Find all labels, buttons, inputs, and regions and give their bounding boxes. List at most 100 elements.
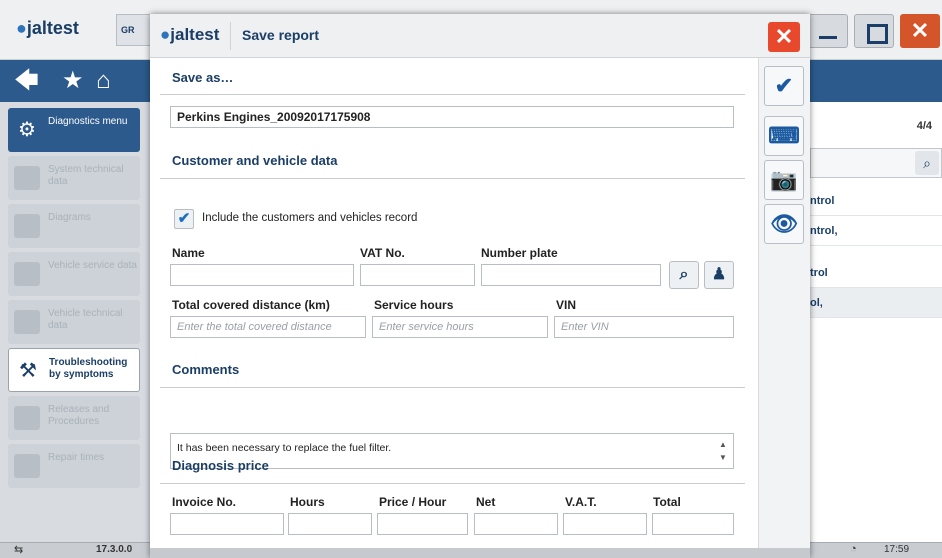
back-arrow-icon[interactable]: 🡄 (14, 68, 39, 94)
include-records-label: Include the customers and vehicles recor… (202, 212, 418, 224)
divider (160, 483, 745, 484)
vehicle-icon (14, 262, 40, 286)
version-label: 17.3.0.0 (96, 544, 133, 555)
sidebar-item-diagrams[interactable]: Diagrams (8, 204, 140, 248)
diagram-icon (14, 214, 40, 238)
vat-price-field[interactable] (563, 513, 647, 535)
price-hour-field[interactable] (377, 513, 468, 535)
maximize-button[interactable] (854, 14, 894, 48)
dialog-body: Save as… Customer and vehicle data ✔ Inc… (150, 58, 758, 548)
dialog-bottom-bar (150, 548, 810, 558)
list-item[interactable]: ol, (810, 288, 942, 318)
repair-icon (14, 454, 40, 478)
minimize-button[interactable] (808, 14, 848, 48)
results-panel: 4/4 ⌕ ntrol ntrol, trol ol, (810, 102, 942, 542)
sidebar-item-label: Repair times (48, 452, 105, 463)
confirm-button[interactable]: ✔ (764, 66, 804, 106)
sidebar: ⚙ Diagnostics menu System technical data… (0, 102, 150, 542)
list-item[interactable]: ntrol, (810, 216, 942, 246)
distance-field[interactable] (170, 316, 366, 338)
sidebar-item-diagnostics-menu[interactable]: ⚙ Diagnostics menu (8, 108, 140, 152)
dialog-logo: ●jaltest (160, 25, 220, 44)
list-item[interactable]: trol (810, 258, 942, 288)
sidebar-item-label: System technical data (48, 164, 124, 187)
filename-input[interactable] (170, 106, 734, 128)
comments-title: Comments (172, 362, 240, 377)
total-field[interactable] (652, 513, 734, 535)
usb-icon: ⇆ (14, 544, 24, 556)
header-divider (230, 22, 231, 50)
sidebar-item-troubleshooting[interactable]: ⚒ Troubleshooting by symptoms (8, 348, 140, 392)
divider (160, 178, 745, 179)
clock-label: 17:59 (884, 544, 910, 555)
name-field[interactable] (170, 264, 354, 286)
customer-section-title: Customer and vehicle data (172, 153, 338, 168)
dialog-close-button[interactable]: ✕ (768, 22, 800, 52)
keyboard-button[interactable]: ⌨ (764, 116, 804, 156)
search-icon[interactable]: ⌕ (915, 151, 939, 175)
sidebar-item-releases-procedures[interactable]: Releases and Procedures (8, 396, 140, 440)
camera-icon: 📷 (770, 167, 798, 192)
sidebar-item-label: Diagnostics menu (48, 116, 128, 127)
app-logo: ●jaltest (16, 18, 79, 38)
sidebar-item-system-technical-data[interactable]: System technical data (8, 156, 140, 200)
sidebar-item-label: Vehicle service data (48, 260, 137, 271)
omega-icon (14, 166, 40, 190)
net-field[interactable] (474, 513, 558, 535)
search-customer-button[interactable]: ⌕ (669, 261, 699, 289)
invoice-label: Invoice No. (172, 495, 237, 509)
close-icon: ✕ (774, 24, 794, 49)
group-tab[interactable]: GR (116, 14, 154, 46)
vin-field[interactable] (554, 316, 734, 338)
window-close-button[interactable]: ✕ (900, 14, 940, 48)
vin-label: VIN (556, 298, 577, 312)
total-label: Total (653, 495, 681, 509)
results-search[interactable]: ⌕ (810, 148, 942, 178)
plate-field[interactable] (481, 264, 661, 286)
distance-label: Total covered distance (km) (172, 298, 330, 312)
sidebar-item-label: Vehicle technical data (48, 308, 123, 331)
hours-field[interactable] (288, 513, 372, 535)
troubleshooting-icon: ⚒ (19, 360, 37, 382)
check-icon: ✔ (177, 210, 191, 227)
save-as-title: Save as… (172, 70, 234, 85)
invoice-field[interactable] (170, 513, 284, 535)
add-customer-button[interactable]: ♟ (704, 261, 734, 289)
search-icon: ⌕ (679, 266, 689, 283)
check-icon: ✔ (774, 73, 794, 98)
vat-label: VAT No. (360, 246, 405, 260)
name-label: Name (172, 246, 205, 260)
dialog-header: ●jaltest Save report ✕ (150, 14, 810, 58)
service-hours-label: Service hours (374, 298, 454, 312)
scroll-spinner[interactable]: ▲ ▼ (717, 438, 729, 464)
comments-text: It has been necessary to replace the fue… (177, 442, 392, 454)
wifi-icon: ◔ (850, 543, 857, 555)
sidebar-item-repair-times[interactable]: Repair times (8, 444, 140, 488)
divider (160, 387, 745, 388)
keyboard-icon: ⌨ (768, 123, 800, 148)
price-title: Diagnosis price (172, 458, 269, 473)
sidebar-item-label: Troubleshooting by symptoms (49, 357, 128, 380)
preview-button[interactable]: 👁 (764, 204, 804, 244)
vat-field[interactable] (360, 264, 475, 286)
dialog-action-bar: ✔ ⌨ 📷 👁 (758, 58, 810, 548)
divider (160, 94, 745, 95)
sidebar-item-vehicle-technical-data[interactable]: Vehicle technical data (8, 300, 140, 344)
home-icon[interactable]: ⌂ (96, 68, 111, 94)
star-icon[interactable]: ★ (62, 68, 84, 94)
list-item[interactable]: ntrol (810, 186, 942, 216)
eye-icon: 👁 (770, 211, 798, 236)
price-hour-label: Price / Hour (379, 495, 447, 509)
add-user-icon: ♟ (711, 266, 727, 283)
plate-label: Number plate (481, 246, 558, 260)
save-report-dialog: ●jaltest Save report ✕ Save as… Customer… (150, 14, 810, 558)
sidebar-item-label: Releases and Procedures (48, 404, 110, 427)
vat-price-label: V.A.T. (565, 495, 597, 509)
service-hours-field[interactable] (372, 316, 548, 338)
result-counter: 4/4 (916, 120, 932, 132)
gauge-icon: ⚙ (18, 119, 36, 141)
include-records-checkbox[interactable]: ✔ (174, 209, 194, 229)
camera-button[interactable]: 📷 (764, 160, 804, 200)
net-label: Net (476, 495, 496, 509)
sidebar-item-vehicle-service-data[interactable]: Vehicle service data (8, 252, 140, 296)
